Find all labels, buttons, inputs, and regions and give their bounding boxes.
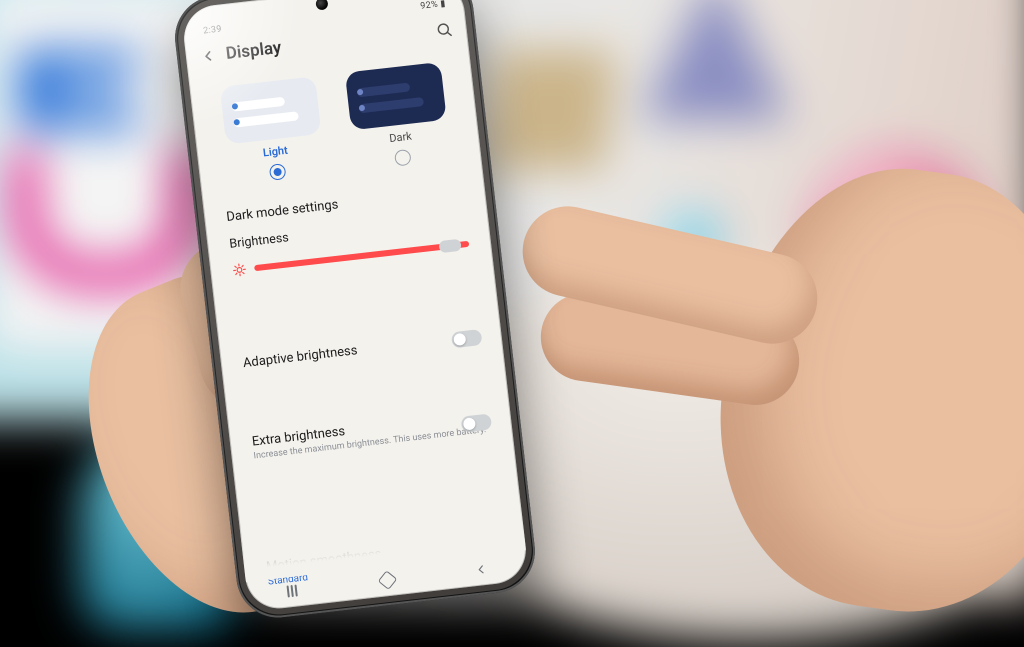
theme-chooser: Light Dark <box>189 54 481 188</box>
search-icon[interactable] <box>435 20 454 39</box>
radio-dark[interactable] <box>394 149 412 167</box>
nav-home-icon[interactable] <box>378 570 398 590</box>
nav-back-icon[interactable] <box>473 562 488 577</box>
theme-label-dark: Dark <box>352 125 449 149</box>
row-extra-brightness[interactable]: Extra brightness Increase the maximum br… <box>228 392 514 478</box>
back-icon[interactable] <box>199 47 217 65</box>
theme-preview-dark <box>345 62 447 130</box>
theme-option-light[interactable]: Light <box>220 76 327 185</box>
toggle-adaptive[interactable] <box>451 328 483 347</box>
theme-label-light: Light <box>227 140 324 164</box>
row-adaptive-brightness[interactable]: Adaptive brightness <box>219 314 504 387</box>
radio-light[interactable] <box>269 163 287 181</box>
sun-icon <box>232 261 255 277</box>
theme-option-dark[interactable]: Dark <box>345 62 452 171</box>
label-adaptive: Adaptive brightness <box>242 343 358 371</box>
theme-preview-light <box>220 76 322 144</box>
brightness-thumb[interactable] <box>439 239 462 253</box>
nav-recents-icon[interactable] <box>287 584 302 598</box>
label-dark-mode-settings: Dark mode settings <box>226 197 340 225</box>
